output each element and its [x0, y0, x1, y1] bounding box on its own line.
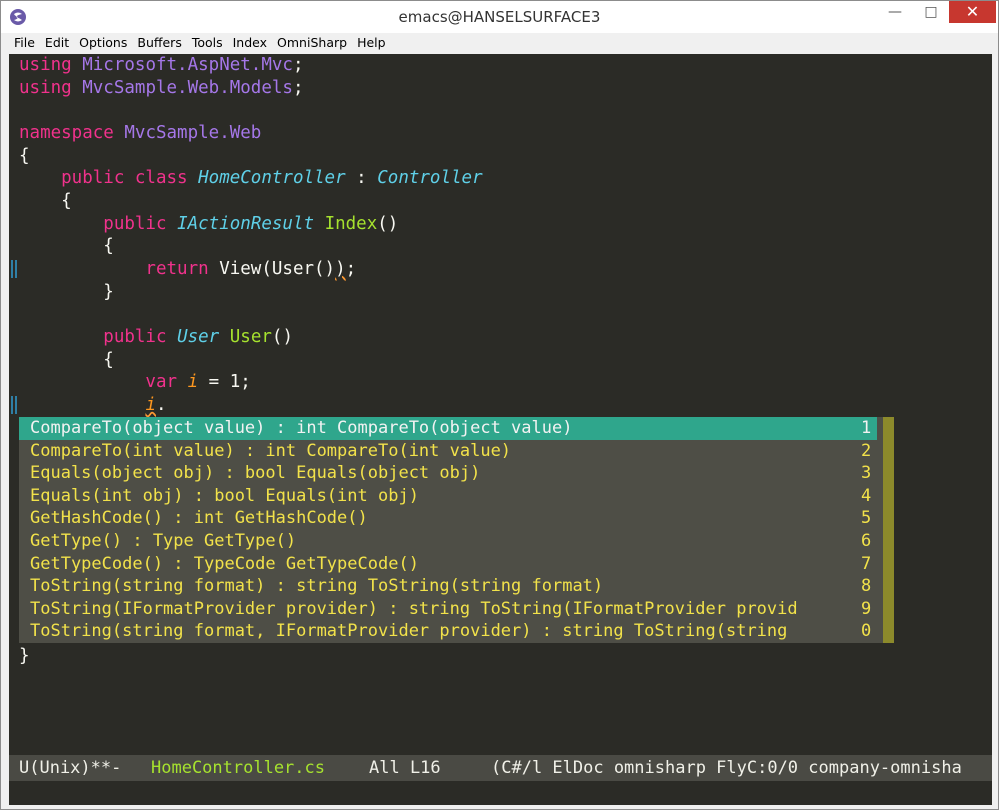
code-line-14: { [19, 350, 114, 370]
active-modes[interactable]: (C#/l ElDoc omnisharp FlyC:0/0 company-o… [491, 755, 962, 781]
code-editor[interactable]: using Microsoft.AspNet.Mvc; using MvcSam… [9, 54, 992, 755]
completion-item[interactable]: GetHashCode() : int GetHashCode() 5 [19, 507, 877, 530]
menu-help[interactable]: Help [352, 33, 391, 50]
completion-item[interactable]: CompareTo(object value) : int CompareTo(… [19, 417, 877, 440]
code-line-7: { [19, 191, 72, 211]
menu-tools[interactable]: Tools [187, 33, 228, 50]
code-line-6: public class HomeController : Controller [19, 168, 483, 188]
menu-omnisharp[interactable]: OmniSharp [272, 33, 352, 50]
completion-item[interactable]: GetType() : Type GetType() 6 [19, 530, 877, 553]
completion-item[interactable]: ToString(string format, IFormatProvider … [19, 620, 877, 643]
menu-index[interactable]: Index [228, 33, 272, 50]
menu-options[interactable]: Options [74, 33, 132, 50]
code-line-1: using Microsoft.AspNet.Mvc; [19, 55, 304, 75]
close-button[interactable]: ✕ [949, 1, 996, 23]
completion-item[interactable]: Equals(int obj) : bool Equals(int obj) 4 [19, 485, 877, 508]
code-line-16: i. [145, 395, 167, 415]
fringe-marker [11, 396, 19, 414]
maximize-button[interactable]: □ [913, 1, 949, 23]
buffer-name[interactable]: HomeController.cs [151, 755, 325, 781]
completion-popup: CompareTo(object value) : int CompareTo(… [19, 417, 894, 643]
completion-item[interactable]: ToString(IFormatProvider provider) : str… [19, 598, 877, 621]
code-line-4: namespace MvcSample.Web [19, 123, 262, 143]
completion-item[interactable]: GetTypeCode() : TypeCode GetTypeCode() 7 [19, 553, 877, 576]
fringe-marker [11, 260, 19, 278]
code-line-9: { [19, 236, 114, 256]
code-line-15: var i = 1; [19, 372, 251, 392]
buffer-status: U(Unix)**- [19, 758, 122, 778]
emacs-window: emacs@HANSELSURFACE3 — □ ✕ File Edit Opt… [0, 0, 999, 810]
window-title: emacs@HANSELSURFACE3 [398, 8, 601, 26]
menu-file[interactable]: File [9, 33, 40, 50]
completion-scrollbar[interactable] [883, 417, 894, 643]
code-line-8: public IActionResult Index() [19, 214, 399, 234]
menu-buffers[interactable]: Buffers [132, 33, 186, 50]
mode-line: U(Unix)**- HomeController.cs All L16 (C#… [9, 755, 992, 781]
minimize-button[interactable]: — [877, 1, 913, 23]
code-line-close-brace: } [19, 646, 30, 666]
menu-edit[interactable]: Edit [40, 33, 74, 50]
title-bar: emacs@HANSELSURFACE3 — □ ✕ [1, 1, 998, 33]
completion-item[interactable]: CompareTo(int value) : int CompareTo(int… [19, 440, 877, 463]
code-line-13: public User User() [19, 327, 293, 347]
completion-item[interactable]: ToString(string format) : string ToStrin… [19, 575, 877, 598]
menu-bar: File Edit Options Buffers Tools Index Om… [9, 33, 992, 54]
minibuffer[interactable] [9, 781, 992, 805]
code-line-5: { [19, 146, 30, 166]
completion-item[interactable]: Equals(object obj) : bool Equals(object … [19, 462, 877, 485]
code-line-11: } [19, 282, 114, 302]
code-line-10: return View(User()); [19, 259, 357, 279]
buffer-position: All L16 [369, 758, 441, 778]
code-line-2: using MvcSample.Web.Models; [19, 78, 304, 98]
